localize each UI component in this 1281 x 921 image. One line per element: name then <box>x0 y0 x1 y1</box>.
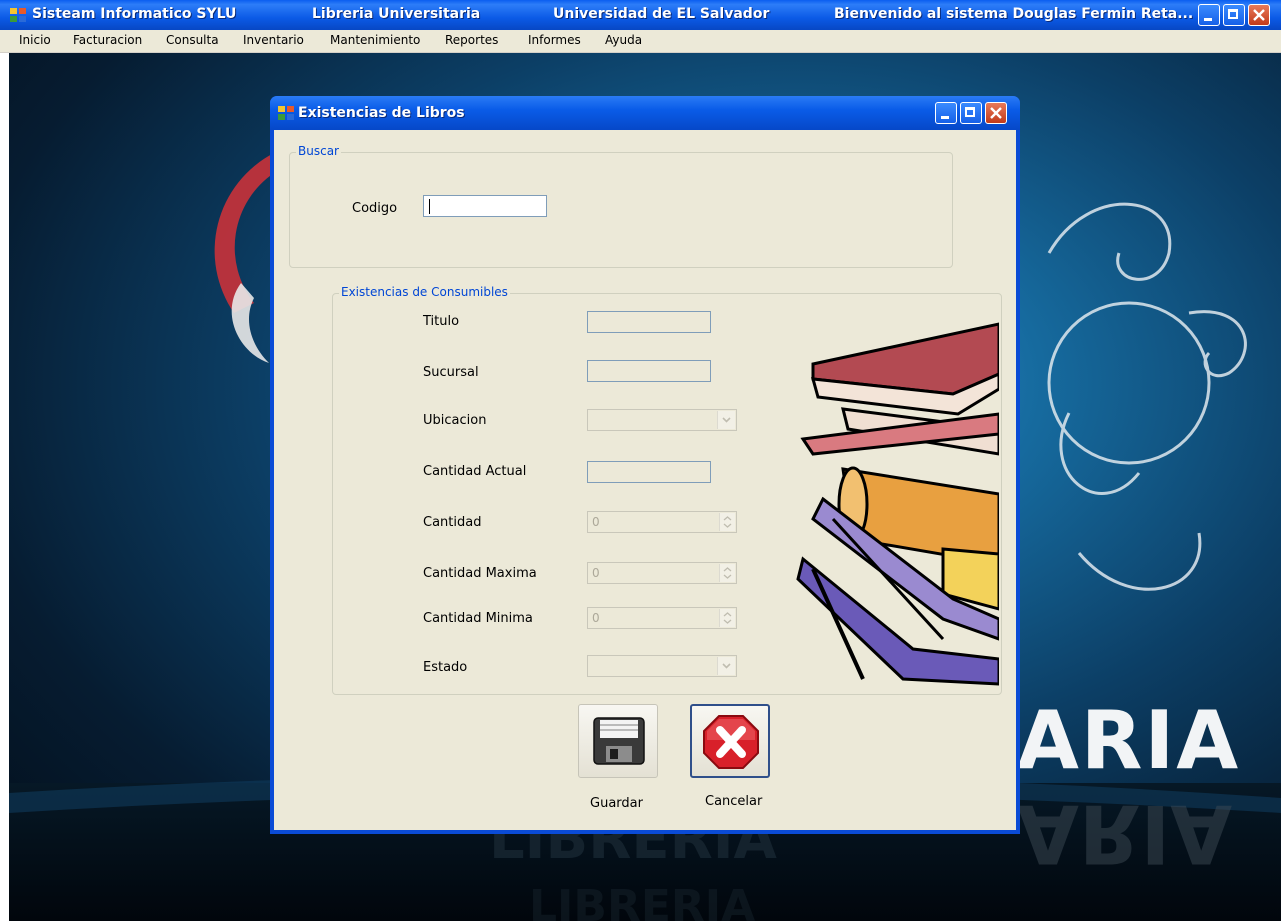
banner-text-reflection: ARIA <box>1017 787 1233 880</box>
codigo-input[interactable] <box>423 195 547 217</box>
existencias-dialog: Existencias de Libros Buscar Codigo Exis… <box>270 96 1020 834</box>
cantidad-actual-label: Cantidad Actual <box>423 464 527 479</box>
menu-inicio[interactable]: Inicio <box>19 33 51 47</box>
menu-informes[interactable]: Informes <box>528 33 581 47</box>
spin-arrows-icon <box>719 564 735 582</box>
close-icon <box>1253 9 1265 21</box>
menu-bar: Inicio Facturacion Consulta Inventario M… <box>0 30 1281 53</box>
minimize-icon <box>941 116 949 119</box>
minimize-icon <box>1204 18 1212 21</box>
svg-text:LIBRERIA: LIBRERIA <box>529 881 755 921</box>
spin-arrows-icon <box>719 513 735 531</box>
ubicacion-label: Ubicacion <box>423 413 487 428</box>
search-group-legend: Buscar <box>296 144 341 158</box>
dialog-title-bar[interactable]: Existencias de Libros <box>270 96 1020 130</box>
menu-reportes[interactable]: Reportes <box>445 33 498 47</box>
cantidad-minima-label: Cantidad Minima <box>423 611 533 626</box>
menu-mantenimiento[interactable]: Mantenimiento <box>330 33 420 47</box>
cantidad-actual-input[interactable] <box>587 461 711 483</box>
menu-inventario[interactable]: Inventario <box>243 33 304 47</box>
cantidad-stepper[interactable]: 0 <box>587 511 737 533</box>
estado-select[interactable] <box>587 655 737 677</box>
cantidad-maxima-stepper[interactable]: 0 <box>587 562 737 584</box>
titulo-label: Titulo <box>423 314 460 329</box>
menu-ayuda[interactable]: Ayuda <box>605 33 642 47</box>
chevron-down-icon <box>717 657 735 675</box>
maximize-button[interactable] <box>1223 4 1245 26</box>
stock-groupbox: Existencias de Consumibles Titulo Sucurs… <box>332 285 1002 695</box>
titulo-input[interactable] <box>587 311 711 333</box>
dialog-body: Buscar Codigo Existencias de Consumibles… <box>274 130 1016 830</box>
dialog-maximize-button[interactable] <box>960 102 982 124</box>
stock-group-legend: Existencias de Consumibles <box>339 285 510 299</box>
maximize-icon <box>965 107 975 117</box>
minimize-button[interactable] <box>1198 4 1220 26</box>
app-title-university: Universidad de EL Salvador <box>553 6 770 22</box>
cantidad-minima-stepper[interactable]: 0 <box>587 607 737 629</box>
spin-arrows-icon <box>719 609 735 627</box>
close-icon <box>990 107 1002 119</box>
app-title-library: Libreria Universitaria <box>312 6 481 22</box>
maximize-icon <box>1228 9 1238 19</box>
cantidad-minima-value: 0 <box>592 611 600 625</box>
codigo-label: Codigo <box>352 201 398 216</box>
sucursal-label: Sucursal <box>423 365 479 380</box>
floppy-disk-icon <box>593 717 645 765</box>
guardar-button[interactable] <box>578 704 658 778</box>
cantidad-value: 0 <box>592 515 600 529</box>
dialog-close-button[interactable] <box>985 102 1007 124</box>
sucursal-input[interactable] <box>587 360 711 382</box>
close-button[interactable] <box>1248 4 1270 26</box>
app-title-system: Sisteam Informatico SYLU <box>32 6 237 22</box>
estado-label: Estado <box>423 660 468 675</box>
dialog-minimize-button[interactable] <box>935 102 957 124</box>
app-title-bar[interactable]: Sisteam Informatico SYLU Libreria Univer… <box>0 0 1281 30</box>
app-title-welcome: Bienvenido al sistema Douglas Fermin Ret… <box>834 6 1194 22</box>
books-illustration <box>796 322 999 686</box>
ubicacion-select[interactable] <box>587 409 737 431</box>
menu-facturacion[interactable]: Facturacion <box>73 33 142 47</box>
cancelar-button[interactable] <box>690 704 770 778</box>
cantidad-maxima-label: Cantidad Maxima <box>423 566 537 581</box>
dialog-title: Existencias de Libros <box>298 105 465 121</box>
cancelar-caption: Cancelar <box>705 794 763 809</box>
dialog-app-icon <box>278 106 294 120</box>
banner-text: ARIA <box>1017 694 1241 787</box>
menu-consulta[interactable]: Consulta <box>166 33 219 47</box>
search-groupbox: Buscar Codigo <box>289 144 953 268</box>
cantidad-maxima-value: 0 <box>592 566 600 580</box>
app-icon <box>10 8 26 22</box>
chevron-down-icon <box>717 411 735 429</box>
guardar-caption: Guardar <box>590 796 643 811</box>
text-caret <box>429 199 430 214</box>
cancel-x-icon <box>703 715 759 769</box>
cantidad-label: Cantidad <box>423 515 482 530</box>
